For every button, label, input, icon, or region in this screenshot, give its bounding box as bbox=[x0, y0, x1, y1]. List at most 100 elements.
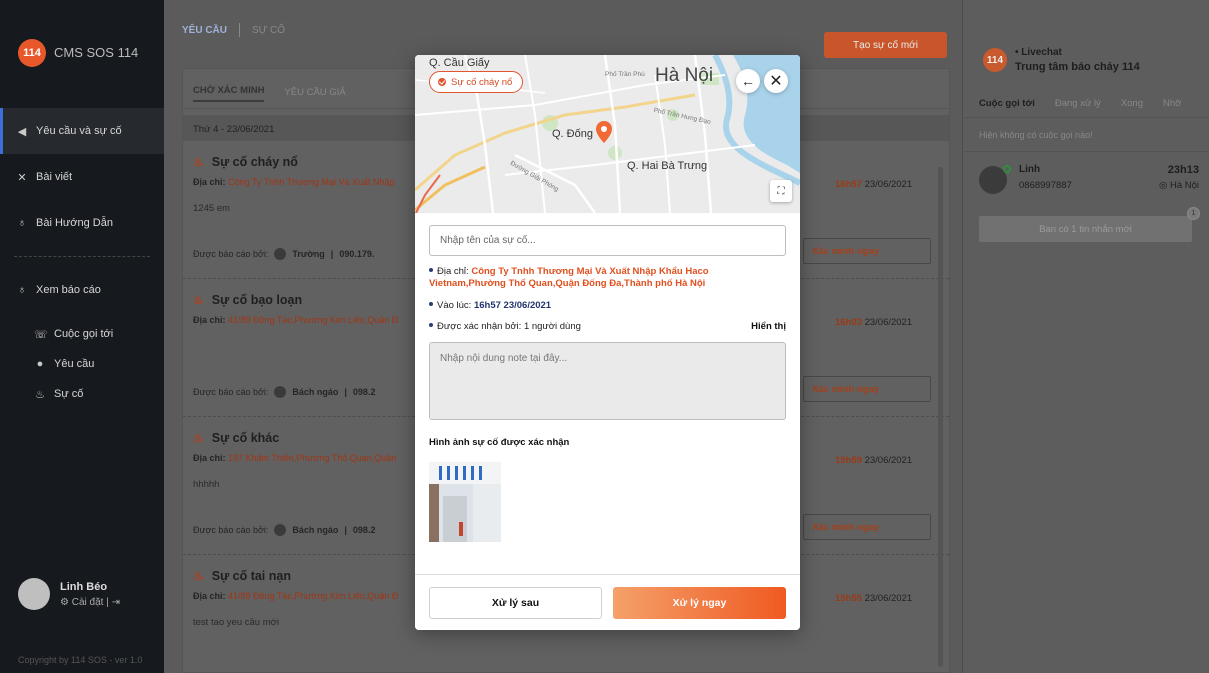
sidebar-nav: ◀ Yêu cầu và sự cố ✕ Bài viết ♁ Bài Hướn… bbox=[0, 108, 164, 409]
sidebar-divider bbox=[14, 256, 150, 257]
sidebar-item-label: Cuộc gọi tới bbox=[54, 328, 114, 340]
tab-requests[interactable]: YÊU CẦU bbox=[182, 25, 227, 36]
modal-body: Địa chỉ: Công Ty Tnhh Thương Mại Và Xuất… bbox=[429, 225, 786, 542]
check-icon bbox=[438, 78, 446, 86]
livechat-header: 114 • Livechat Trung tâm báo cháy 114 bbox=[963, 0, 1209, 86]
tools-icon: ✕ bbox=[17, 171, 27, 184]
scrollbar[interactable] bbox=[938, 167, 943, 667]
copyright: Copyright by 114 SOS - ver 1.0 bbox=[18, 655, 143, 665]
incident-time: 16h57 23/06/2021 bbox=[835, 179, 913, 190]
tab-incoming-calls[interactable]: Cuộc gọi tới bbox=[979, 98, 1035, 117]
call-time: 23h13 bbox=[1167, 164, 1199, 176]
fire-extinguisher-icon: ♁ bbox=[17, 217, 27, 229]
fire-icon: ♨ bbox=[193, 155, 204, 169]
settings-link[interactable]: Cài đặt bbox=[72, 597, 104, 608]
avatar[interactable] bbox=[18, 578, 50, 610]
incident-title: Sự cố bạo loạn bbox=[211, 293, 303, 307]
incident-photo-graphic bbox=[429, 462, 501, 542]
user-actions: ⚙ Cài đặt | ⇥ bbox=[60, 596, 120, 608]
incident-title: Sự cố cháy nổ bbox=[211, 155, 298, 169]
fire-extinguisher-icon: ♁ bbox=[17, 284, 27, 296]
incident-reporter: Được báo cáo bởi: Bách ngáo | 098.2 bbox=[193, 386, 376, 398]
incident-name-input[interactable] bbox=[429, 225, 786, 256]
tab-fake-requests[interactable]: YÊU CẦU GIẢ bbox=[284, 87, 345, 102]
chat-icon: ● bbox=[36, 358, 44, 370]
sidebar-item-request-report[interactable]: ● Yêu cầu bbox=[0, 349, 164, 379]
fire-icon: ♨ bbox=[193, 569, 204, 583]
note-textarea[interactable] bbox=[429, 342, 786, 420]
fire-icon: ♨ bbox=[35, 388, 45, 401]
tab-incidents[interactable]: SỰ CỐ bbox=[252, 25, 285, 36]
logout-icon[interactable]: ⇥ bbox=[112, 597, 120, 608]
incident-photo[interactable] bbox=[429, 462, 501, 542]
online-status-icon bbox=[1003, 165, 1011, 173]
user-profile: Linh Béo ⚙ Cài đặt | ⇥ bbox=[18, 578, 120, 610]
caller-name: Linh bbox=[1019, 164, 1041, 175]
sidebar-item-requests[interactable]: ◀ Yêu cầu và sự cố bbox=[0, 108, 164, 154]
incident-time: 15h59 23/06/2021 bbox=[835, 455, 913, 466]
sidebar: 114 CMS SOS 114 ◀ Yêu cầu và sự cố ✕ Bài… bbox=[0, 0, 164, 673]
livechat-logo: 114 bbox=[983, 48, 1007, 72]
verify-now-button[interactable]: Xác minh ngay bbox=[803, 238, 931, 264]
incident-address: Địa chỉ: 41/89 Đông Tác,Phường Kim Liên,… bbox=[193, 315, 399, 325]
verify-now-button[interactable]: Xác minh ngay bbox=[803, 376, 931, 402]
sidebar-item-label: Bài Hướng Dẫn bbox=[36, 217, 113, 229]
call-item[interactable]: Linh 0868997887 23h13 ◎ Hà Nội bbox=[963, 152, 1209, 210]
location-pin-icon: ◎ bbox=[1159, 180, 1168, 191]
livechat-panel: 114 • Livechat Trung tâm báo cháy 114 Cu… bbox=[962, 0, 1209, 673]
map-label-ha-noi: Hà Nội bbox=[655, 65, 714, 86]
livechat-status: • Livechat bbox=[1015, 47, 1062, 58]
incident-map[interactable]: Q. Cầu Giấy Hà Nội Q. Đống Q. Hai Bà Trư… bbox=[415, 55, 800, 213]
incident-time-value: 16h57 23/06/2021 bbox=[473, 300, 552, 311]
incident-modal: Q. Cầu Giấy Hà Nội Q. Đống Q. Hai Bà Trư… bbox=[415, 55, 800, 630]
incident-address: Địa chỉ: 41/89 Đông Tác,Phường Kim Liên,… bbox=[193, 591, 399, 601]
close-icon[interactable]: ✕ bbox=[764, 69, 788, 93]
tab-done[interactable]: Xong bbox=[1121, 98, 1143, 117]
sidebar-item-label: Bài viết bbox=[36, 171, 73, 183]
call-tabs: Cuộc gọi tới Đang xử lý Xong Nhỡ bbox=[963, 86, 1209, 118]
confirmed-by-text: Được xác nhận bởi: 1 người dùng bbox=[437, 321, 581, 332]
map-label-dong-da: Q. Đống bbox=[552, 128, 593, 140]
sidebar-item-incident-report[interactable]: ♨ Sự cố bbox=[0, 379, 164, 409]
incident-reporter: Được báo cáo bởi: Bách ngáo | 098.2 bbox=[193, 524, 376, 536]
tab-pending-verification[interactable]: CHỜ XÁC MINH bbox=[193, 85, 265, 102]
message-count-badge: 1 bbox=[1187, 207, 1200, 220]
process-now-button[interactable]: Xử lý ngay bbox=[613, 587, 786, 619]
user-name: Linh Béo bbox=[60, 580, 108, 593]
modal-footer: Xử lý sau Xử lý ngay bbox=[415, 574, 800, 630]
livechat-title: Trung tâm báo cháy 114 bbox=[1015, 61, 1140, 73]
back-arrow-icon[interactable]: ← bbox=[736, 69, 760, 93]
sidebar-item-guides[interactable]: ♁ Bài Hướng Dẫn bbox=[0, 200, 164, 246]
show-confirmers-link[interactable]: Hiển thị bbox=[751, 321, 786, 332]
incident-time: 16h03 23/06/2021 bbox=[835, 317, 913, 328]
megaphone-icon: ◀ bbox=[17, 125, 27, 138]
location-pin-icon bbox=[596, 121, 612, 143]
sidebar-item-posts[interactable]: ✕ Bài viết bbox=[0, 154, 164, 200]
tab-divider bbox=[239, 23, 241, 37]
create-incident-button[interactable]: Tạo sự cố mới bbox=[824, 32, 947, 58]
reporter-avatar bbox=[274, 248, 287, 260]
incident-address: Địa chỉ: 197 Khâm Thiên,Phường Thổ Quan,… bbox=[193, 453, 397, 463]
sidebar-item-incoming-calls[interactable]: ☏ Cuộc gọi tới bbox=[0, 319, 164, 349]
sidebar-item-reports[interactable]: ♁ Xem báo cáo bbox=[0, 267, 164, 313]
fire-icon: ♨ bbox=[193, 431, 204, 445]
tab-missed[interactable]: Nhỡ bbox=[1163, 98, 1181, 117]
incident-time-info: Vào lúc: 16h57 23/06/2021 bbox=[429, 300, 786, 311]
caller-location: ◎ Hà Nội bbox=[1159, 180, 1199, 191]
sidebar-item-label: Sự cố bbox=[54, 388, 84, 400]
new-message-button[interactable]: Bạn có 1 tin nhắn mới 1 bbox=[979, 207, 1200, 242]
reporter-avatar bbox=[274, 386, 287, 398]
process-later-button[interactable]: Xử lý sau bbox=[429, 587, 602, 619]
incident-title: Sự cố khác bbox=[211, 431, 280, 445]
new-message-label: Bạn có 1 tin nhắn mới bbox=[1039, 223, 1132, 235]
brand: 114 CMS SOS 114 bbox=[0, 0, 164, 70]
fullscreen-icon[interactable]: ⛶ bbox=[770, 180, 792, 202]
tab-in-progress[interactable]: Đang xử lý bbox=[1055, 98, 1101, 117]
incident-type-label: Sự cố cháy nổ bbox=[451, 76, 513, 88]
verify-now-button[interactable]: Xác minh ngay bbox=[803, 514, 931, 540]
map-street-label: Phố Trần Phú bbox=[605, 71, 645, 78]
sidebar-item-label: Yêu cầu và sự cố bbox=[36, 125, 122, 137]
gear-icon[interactable]: ⚙ bbox=[60, 597, 69, 608]
incident-type-chip: Sự cố cháy nổ bbox=[429, 71, 524, 93]
map-label-hai-ba-trung: Q. Hai Bà Trưng bbox=[627, 160, 708, 172]
